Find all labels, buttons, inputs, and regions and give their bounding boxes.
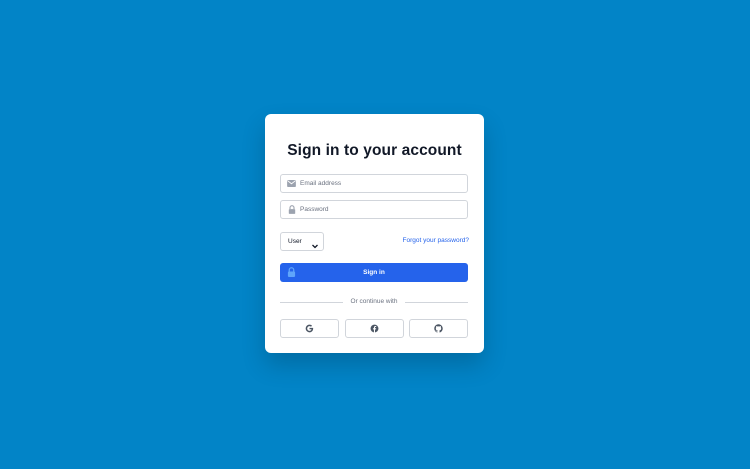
forgot-password-link[interactable]: Forgot your password?	[403, 237, 469, 244]
divider-line-right	[405, 302, 468, 303]
github-icon	[434, 324, 443, 333]
role-select-value: User	[288, 238, 302, 245]
email-field[interactable]	[280, 174, 468, 193]
password-input[interactable]	[300, 201, 460, 218]
envelope-icon	[287, 179, 296, 188]
sign-in-label: Sign in	[363, 269, 385, 276]
google-sign-in-button[interactable]	[280, 319, 339, 338]
facebook-sign-in-button[interactable]	[344, 319, 404, 338]
email-input[interactable]	[300, 175, 460, 192]
github-sign-in-button[interactable]	[409, 319, 468, 338]
google-icon	[305, 324, 314, 333]
page-title: Sign in to your account	[287, 142, 462, 159]
lock-icon	[287, 205, 296, 214]
sign-in-button[interactable]: Sign in	[280, 263, 468, 282]
password-field[interactable]	[280, 200, 468, 219]
facebook-icon	[370, 324, 378, 333]
chevron-down-icon	[311, 237, 319, 249]
login-card: Sign in to your account User Forgot your…	[265, 114, 484, 353]
role-select[interactable]: User	[280, 232, 324, 251]
divider: Or continue with	[280, 298, 468, 306]
